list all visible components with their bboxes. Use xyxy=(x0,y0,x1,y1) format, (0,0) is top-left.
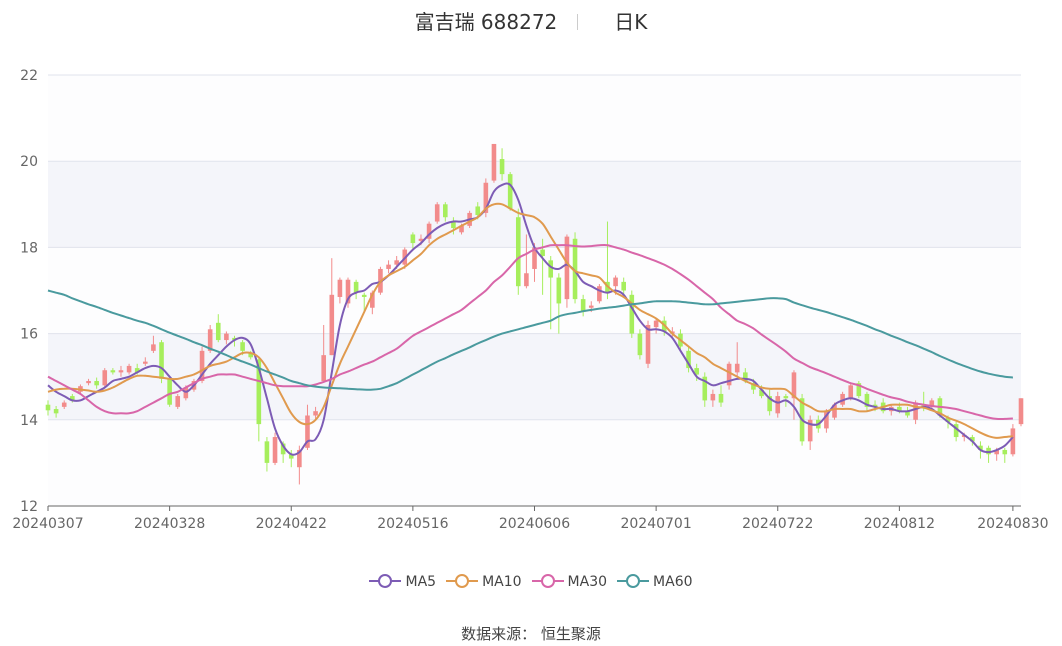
x-tick-label: 20240830 xyxy=(977,516,1048,532)
candle-body xyxy=(361,294,367,297)
candle-body xyxy=(1010,428,1016,455)
candle-body xyxy=(240,342,245,351)
candle-body xyxy=(913,402,918,420)
candle-body xyxy=(783,396,789,399)
legend-item-ma10[interactable]: MA10 xyxy=(446,573,522,590)
y-tick-label: 18 xyxy=(20,240,38,256)
candle-body xyxy=(653,320,659,328)
grid-band xyxy=(48,419,1021,506)
legend: MA5 MA10 MA30 MA60 xyxy=(0,573,1062,590)
y-tick-label: 16 xyxy=(20,327,38,343)
x-tick-label: 20240328 xyxy=(134,516,205,532)
y-tick-label: 22 xyxy=(20,68,38,84)
x-tick-label: 20240606 xyxy=(499,516,570,532)
x-tick-label: 20240812 xyxy=(864,516,935,532)
grid-band xyxy=(48,75,1021,162)
candle-body xyxy=(734,363,740,373)
candle-body xyxy=(475,206,481,216)
y-tick-label: 14 xyxy=(20,413,38,429)
candle-body xyxy=(588,305,594,308)
candle-body xyxy=(410,234,416,244)
kline-chart: 12 14 16 18 20 22 20240307 20240328 20240422 2024… xyxy=(12,68,1048,532)
candle-body xyxy=(629,294,635,334)
legend-item-ma60[interactable]: MA60 xyxy=(617,573,693,590)
candle-body xyxy=(613,277,618,287)
candle-body xyxy=(45,404,51,411)
candle-body xyxy=(224,333,229,341)
candle-body xyxy=(621,281,626,291)
y-tick-label: 20 xyxy=(20,154,38,170)
legend-item-ma30[interactable]: MA30 xyxy=(531,573,608,590)
x-tick-label: 20240422 xyxy=(256,516,327,532)
candle-body xyxy=(443,204,448,218)
legend-marker-icon xyxy=(617,574,650,588)
candle-body xyxy=(272,437,278,463)
candle-body xyxy=(151,344,156,351)
data-source: 数据来源： 恒生聚源 xyxy=(461,625,601,643)
candle-body xyxy=(710,393,716,401)
candle-body xyxy=(548,260,554,278)
candle-body xyxy=(718,393,724,403)
candle-body xyxy=(143,361,148,364)
legend-item-ma5[interactable]: MA5 xyxy=(369,573,436,590)
candle-body xyxy=(329,294,335,356)
candle-body xyxy=(110,370,116,373)
x-tick-label: 20240516 xyxy=(377,516,448,532)
candle-body xyxy=(175,396,181,407)
legend-marker-icon xyxy=(369,574,402,588)
legend-label: MA60 xyxy=(653,574,693,590)
candle-body xyxy=(215,322,221,341)
x-tick-label: 20240701 xyxy=(620,516,691,532)
legend-label: MA30 xyxy=(567,574,608,590)
legend-label: MA5 xyxy=(405,574,437,590)
candle-body xyxy=(94,381,99,386)
y-tick-label: 12 xyxy=(20,499,38,515)
candle-body xyxy=(126,365,132,373)
candle-body xyxy=(102,370,108,386)
candle-body xyxy=(313,411,318,416)
candle-body xyxy=(645,324,651,364)
candle-body xyxy=(597,286,602,302)
candle-body xyxy=(167,378,172,405)
x-tick-label: 20240307 xyxy=(12,516,83,532)
candle-body xyxy=(86,381,91,384)
candle-body xyxy=(61,402,67,407)
candle-body xyxy=(159,342,164,379)
candle-body xyxy=(53,409,59,414)
candle-body xyxy=(434,204,440,222)
candle-body xyxy=(524,273,529,287)
candle-body xyxy=(321,355,326,382)
legend-marker-icon xyxy=(446,574,479,588)
candle-body xyxy=(556,277,562,304)
x-tick-label: 20240722 xyxy=(742,516,813,532)
legend-marker-icon xyxy=(531,574,564,588)
grid-band xyxy=(48,161,1021,248)
candle-body xyxy=(386,264,391,269)
candle-body xyxy=(848,385,854,399)
candle-body xyxy=(637,333,643,356)
candle-body xyxy=(264,441,270,463)
candle-body xyxy=(507,174,513,209)
candle-body xyxy=(491,143,497,181)
candle-body xyxy=(775,396,781,414)
legend-label: MA10 xyxy=(482,574,522,590)
candle-body xyxy=(1002,449,1008,455)
candle-body xyxy=(337,279,343,297)
candle-body xyxy=(515,217,521,287)
candle-body xyxy=(499,159,505,175)
candle-body xyxy=(118,370,124,373)
candle-body xyxy=(1018,398,1024,425)
